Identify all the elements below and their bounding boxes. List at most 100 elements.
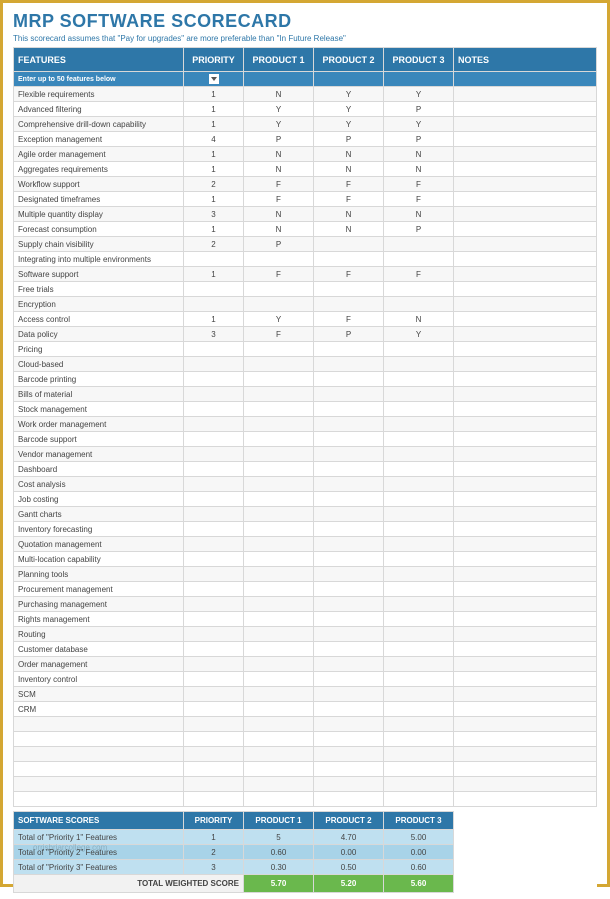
feature-cell[interactable]: Bills of material (14, 387, 184, 402)
notes-cell[interactable] (454, 477, 597, 492)
priority-cell[interactable] (184, 402, 244, 417)
product2-cell[interactable] (314, 612, 384, 627)
product1-cell[interactable]: Y (244, 102, 314, 117)
feature-cell[interactable]: Dashboard (14, 462, 184, 477)
feature-cell[interactable]: Barcode support (14, 432, 184, 447)
product2-cell[interactable] (314, 762, 384, 777)
product2-cell[interactable] (314, 507, 384, 522)
feature-cell[interactable]: Work order management (14, 417, 184, 432)
product1-cell[interactable] (244, 477, 314, 492)
product3-cell[interactable]: F (384, 177, 454, 192)
notes-cell[interactable] (454, 447, 597, 462)
notes-cell[interactable] (454, 297, 597, 312)
product3-cell[interactable] (384, 477, 454, 492)
feature-cell[interactable]: Cost analysis (14, 477, 184, 492)
notes-cell[interactable] (454, 132, 597, 147)
notes-cell[interactable] (454, 462, 597, 477)
product2-cell[interactable] (314, 582, 384, 597)
priority-cell[interactable]: 1 (184, 267, 244, 282)
feature-cell[interactable] (14, 717, 184, 732)
priority-cell[interactable]: 1 (184, 117, 244, 132)
product1-cell[interactable] (244, 582, 314, 597)
notes-cell[interactable] (454, 627, 597, 642)
product3-cell[interactable] (384, 747, 454, 762)
product3-cell[interactable] (384, 537, 454, 552)
product1-cell[interactable] (244, 447, 314, 462)
product1-cell[interactable] (244, 282, 314, 297)
notes-cell[interactable] (454, 342, 597, 357)
notes-cell[interactable] (454, 522, 597, 537)
feature-cell[interactable]: Software support (14, 267, 184, 282)
feature-cell[interactable]: Aggregates requirements (14, 162, 184, 177)
product3-cell[interactable] (384, 432, 454, 447)
product3-cell[interactable] (384, 417, 454, 432)
priority-cell[interactable] (184, 687, 244, 702)
priority-cell[interactable] (184, 702, 244, 717)
product3-cell[interactable]: P (384, 132, 454, 147)
priority-cell[interactable] (184, 567, 244, 582)
product1-cell[interactable] (244, 717, 314, 732)
product2-cell[interactable] (314, 597, 384, 612)
priority-cell[interactable] (184, 537, 244, 552)
product3-cell[interactable]: F (384, 267, 454, 282)
product2-cell[interactable] (314, 702, 384, 717)
priority-cell[interactable] (184, 762, 244, 777)
product2-cell[interactable]: Y (314, 87, 384, 102)
priority-cell[interactable] (184, 507, 244, 522)
priority-cell[interactable] (184, 777, 244, 792)
header-priority[interactable]: PRIORITY (184, 48, 244, 72)
product2-cell[interactable] (314, 747, 384, 762)
feature-cell[interactable]: Rights management (14, 612, 184, 627)
notes-cell[interactable] (454, 192, 597, 207)
priority-cell[interactable] (184, 657, 244, 672)
product1-cell[interactable] (244, 732, 314, 747)
product2-cell[interactable] (314, 357, 384, 372)
product3-cell[interactable]: N (384, 147, 454, 162)
product3-cell[interactable] (384, 732, 454, 747)
product2-cell[interactable] (314, 777, 384, 792)
notes-cell[interactable] (454, 147, 597, 162)
priority-cell[interactable] (184, 522, 244, 537)
notes-cell[interactable] (454, 582, 597, 597)
product3-cell[interactable] (384, 492, 454, 507)
product2-cell[interactable] (314, 447, 384, 462)
priority-cell[interactable] (184, 477, 244, 492)
product3-cell[interactable] (384, 567, 454, 582)
product2-cell[interactable]: Y (314, 117, 384, 132)
notes-cell[interactable] (454, 417, 597, 432)
product1-cell[interactable]: P (244, 237, 314, 252)
product3-cell[interactable] (384, 507, 454, 522)
priority-cell[interactable] (184, 372, 244, 387)
product1-cell[interactable] (244, 522, 314, 537)
priority-cell[interactable]: 3 (184, 207, 244, 222)
priority-cell[interactable] (184, 447, 244, 462)
product2-cell[interactable] (314, 552, 384, 567)
product2-cell[interactable]: F (314, 267, 384, 282)
product3-cell[interactable]: Y (384, 117, 454, 132)
notes-cell[interactable] (454, 597, 597, 612)
feature-cell[interactable] (14, 747, 184, 762)
feature-cell[interactable]: Barcode printing (14, 372, 184, 387)
product3-cell[interactable]: N (384, 207, 454, 222)
product3-cell[interactable] (384, 357, 454, 372)
product3-cell[interactable] (384, 642, 454, 657)
product2-cell[interactable]: F (314, 177, 384, 192)
notes-cell[interactable] (454, 327, 597, 342)
priority-cell[interactable] (184, 342, 244, 357)
priority-cell[interactable] (184, 297, 244, 312)
product2-cell[interactable] (314, 297, 384, 312)
product2-cell[interactable]: F (314, 312, 384, 327)
product1-cell[interactable] (244, 492, 314, 507)
product3-cell[interactable] (384, 657, 454, 672)
feature-cell[interactable]: Multiple quantity display (14, 207, 184, 222)
priority-cell[interactable] (184, 627, 244, 642)
notes-cell[interactable] (454, 237, 597, 252)
product3-cell[interactable]: Y (384, 87, 454, 102)
product1-cell[interactable] (244, 612, 314, 627)
product3-cell[interactable] (384, 582, 454, 597)
priority-cell[interactable]: 1 (184, 87, 244, 102)
product1-cell[interactable]: P (244, 132, 314, 147)
notes-cell[interactable] (454, 672, 597, 687)
product1-cell[interactable] (244, 567, 314, 582)
notes-cell[interactable] (454, 222, 597, 237)
